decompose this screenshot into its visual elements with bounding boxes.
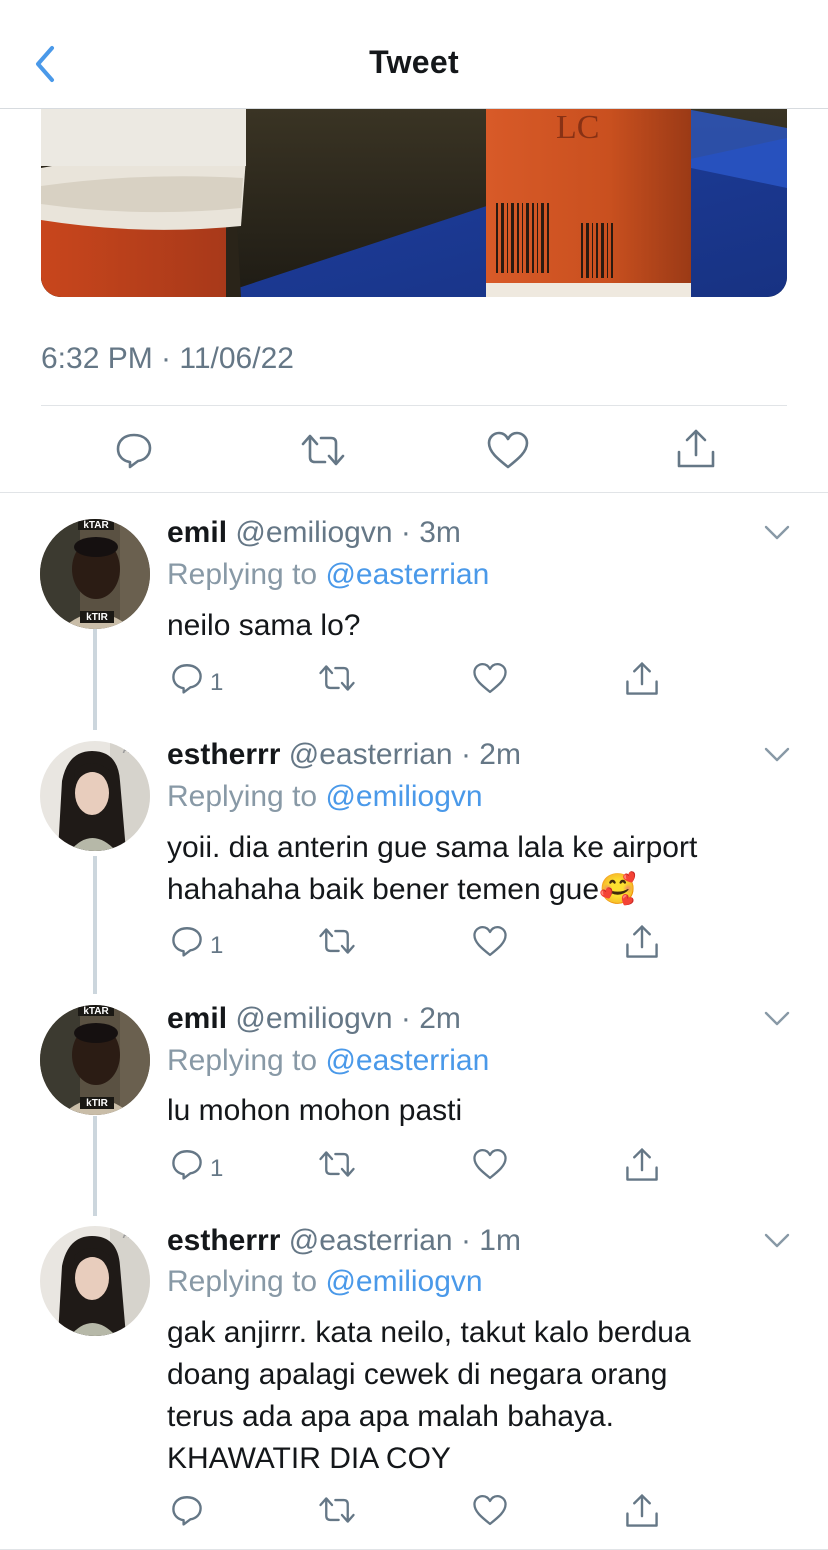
- avatar[interactable]: kTAR kTIR: [40, 519, 150, 629]
- display-name[interactable]: estherrr: [167, 1224, 280, 1257]
- reply-time: · 1m: [460, 1224, 521, 1257]
- avatar-bottom-label: kTIR: [86, 1098, 108, 1109]
- chevron-down-icon[interactable]: [763, 1232, 791, 1250]
- reply-text-line: lu mohon mohon pasti: [167, 1094, 463, 1127]
- user-handle[interactable]: @easterrian: [289, 1224, 453, 1257]
- avatar-top-label: kTAR: [83, 520, 109, 531]
- retweet-icon[interactable]: [300, 430, 346, 470]
- retweet-icon[interactable]: [318, 661, 356, 695]
- replying-to: Replying to @easterrian: [167, 558, 489, 592]
- reply-time: · 3m: [400, 516, 461, 549]
- display-name[interactable]: emil: [167, 516, 227, 549]
- replying-to-label: Replying to: [167, 558, 318, 591]
- share-icon[interactable]: [624, 1147, 660, 1183]
- reply-action-bar: 1: [0, 661, 828, 701]
- reply-text-line: terus ada apa apa malah bahaya.: [167, 1400, 614, 1433]
- like-icon[interactable]: [486, 430, 530, 470]
- reply-text: neilo sama lo?: [167, 605, 767, 647]
- like-icon[interactable]: [472, 1147, 508, 1181]
- divider: [0, 492, 828, 493]
- reply-icon[interactable]: [170, 661, 204, 695]
- reply-text-line: KHAWATIR DIA COY: [167, 1442, 451, 1475]
- reply-action-bar: 1: [0, 1147, 828, 1187]
- like-icon[interactable]: [472, 661, 508, 695]
- reply-count: 1: [210, 932, 224, 959]
- reply-time: · 2m: [400, 1002, 461, 1035]
- share-icon[interactable]: [624, 924, 660, 960]
- reply-count: 1: [210, 669, 224, 696]
- avatar-top-label: AQL: [122, 744, 146, 756]
- reply-time: · 2m: [460, 738, 521, 771]
- retweet-icon[interactable]: [318, 1147, 356, 1181]
- avatar-bottom-label: kTIR: [86, 612, 108, 623]
- display-name[interactable]: estherrr: [167, 738, 280, 771]
- reply-meta: estherrr @easterrian · 2m: [167, 738, 521, 772]
- reply-text-line: hahahaha baik bener temen gue🥰: [167, 873, 637, 906]
- reply-action-bar: 1: [0, 924, 828, 964]
- retweet-icon[interactable]: [318, 1493, 356, 1527]
- page-title: Tweet: [369, 44, 459, 80]
- retweet-icon[interactable]: [318, 924, 356, 958]
- nav-header: Tweet: [0, 0, 828, 109]
- divider: [41, 405, 787, 406]
- mention-link[interactable]: @emiliogvn: [325, 1265, 482, 1298]
- reply-text-line: neilo sama lo?: [167, 609, 361, 642]
- chevron-down-icon[interactable]: [763, 524, 791, 542]
- chevron-down-icon[interactable]: [763, 1010, 791, 1028]
- reply-text-line: doang apalagi cewek di negara orang: [167, 1358, 668, 1391]
- share-icon[interactable]: [624, 1493, 660, 1529]
- reply-count: 1: [210, 1155, 224, 1182]
- reply-text: gak anjirrr. kata neilo, takut kalo berd…: [167, 1312, 767, 1480]
- reply-meta: emil @emiliogvn · 2m: [167, 1002, 461, 1036]
- avatar-top-label: AQL: [122, 1229, 146, 1241]
- replying-to: Replying to @emiliogvn: [167, 780, 483, 814]
- like-icon[interactable]: [472, 1493, 508, 1527]
- user-handle[interactable]: @emiliogvn: [235, 516, 392, 549]
- reply-icon[interactable]: [170, 924, 204, 958]
- reply-text-line: yoii. dia anterin gue sama lala ke airpo…: [167, 831, 698, 864]
- reply-icon[interactable]: [114, 430, 154, 470]
- tweet-timestamp: 6:32 PM · 11/06/22: [41, 342, 294, 375]
- replying-to: Replying to @easterrian: [167, 1044, 489, 1078]
- replying-to: Replying to @emiliogvn: [167, 1265, 483, 1299]
- mention-link[interactable]: @easterrian: [325, 558, 489, 591]
- reply-text: yoii. dia anterin gue sama lala ke airpo…: [167, 827, 767, 911]
- like-icon[interactable]: [472, 924, 508, 958]
- reply-text-line: gak anjirrr. kata neilo, takut kalo berd…: [167, 1316, 691, 1349]
- avatar[interactable]: kTAR kTIR: [40, 1005, 150, 1115]
- chevron-down-icon[interactable]: [763, 746, 791, 764]
- share-icon[interactable]: [624, 661, 660, 697]
- mention-link[interactable]: @emiliogvn: [325, 780, 482, 813]
- display-name[interactable]: emil: [167, 1002, 227, 1035]
- user-handle[interactable]: @easterrian: [289, 738, 453, 771]
- tweet-photo[interactable]: LC: [41, 108, 787, 297]
- share-icon[interactable]: [675, 428, 717, 470]
- replying-to-label: Replying to: [167, 1265, 318, 1298]
- avatar[interactable]: AQL: [40, 1226, 150, 1336]
- mention-link[interactable]: @easterrian: [325, 1044, 489, 1077]
- user-handle[interactable]: @emiliogvn: [235, 1002, 392, 1035]
- avatar[interactable]: AQL: [40, 741, 150, 851]
- reply-meta: estherrr @easterrian · 1m: [167, 1224, 521, 1258]
- reply-meta: emil @emiliogvn · 3m: [167, 516, 461, 550]
- reply-text: lu mohon mohon pasti: [167, 1090, 767, 1132]
- reply-icon[interactable]: [170, 1147, 204, 1181]
- replying-to-label: Replying to: [167, 780, 318, 813]
- reply-action-bar: [0, 1493, 828, 1533]
- reply-icon[interactable]: [170, 1493, 204, 1527]
- svg-text:LC: LC: [556, 109, 599, 146]
- replying-to-label: Replying to: [167, 1044, 318, 1077]
- avatar-top-label: kTAR: [83, 1006, 109, 1017]
